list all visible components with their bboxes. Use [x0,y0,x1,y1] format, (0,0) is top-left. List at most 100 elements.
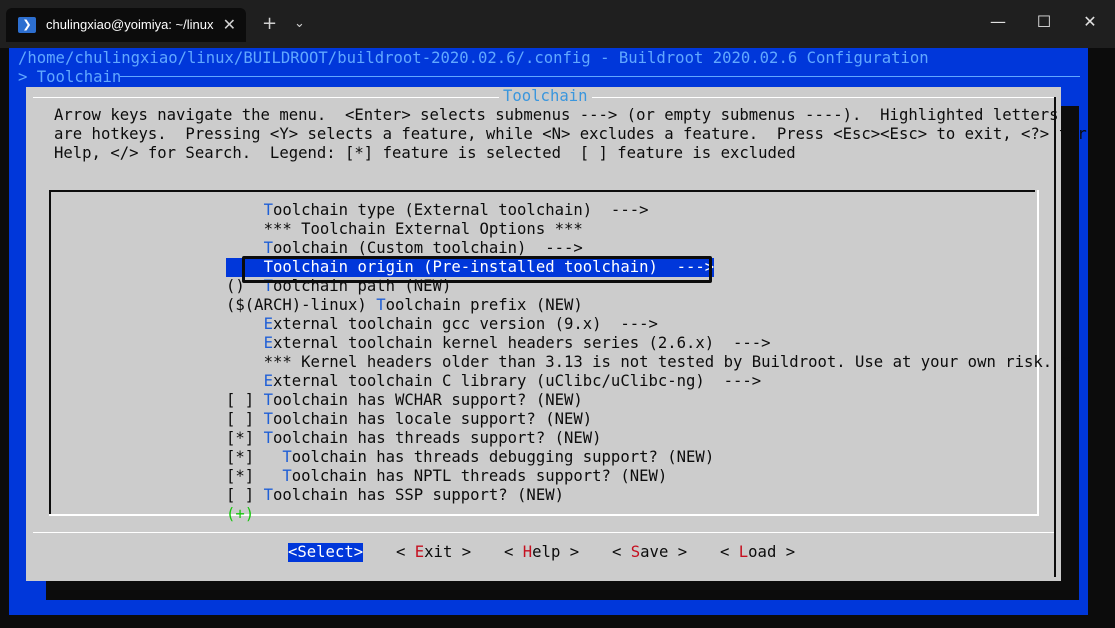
menu-item-label: oolchain has NPTL threads support? (NEW) [291,467,668,485]
button-load[interactable]: < Load > [720,543,795,562]
more-corner [226,505,234,507]
plus-icon[interactable]: + [262,12,277,36]
dialog-border-right [1054,97,1056,577]
menu-item-prefix: [*] [226,448,283,466]
menu-item-label: oolchain has SSP support? (NEW) [272,486,564,504]
menu-item-label: oolchain (Custom toolchain) ---> [272,239,583,257]
menu-item[interactable]: External toolchain C library (uClibc/uCl… [226,372,762,391]
menu-item[interactable]: [*] Toolchain has threads debugging supp… [226,448,714,467]
menu-item-label: xternal toolchain gcc version (9.x) ---> [272,315,658,333]
menu-item-label: oolchain has threads debugging support? … [291,448,715,466]
menu-item-hotkey: T [376,296,386,314]
button-bracket-close: > [452,543,472,561]
config-path: /home/chulingxiao/linux/BUILDROOT/buildr… [18,49,929,67]
menu-item-hotkey: T [282,467,292,485]
close-icon[interactable]: ✕ [1067,8,1113,36]
button-hotkey: L [738,543,749,561]
menu-item-hotkey: T [263,239,273,257]
button-bracket-open: < [288,543,298,561]
button-label: elp [532,543,561,561]
more-indicator: (+) [226,505,255,523]
button-bracket-open: < [612,543,631,561]
menu-box-bottom [49,514,1039,516]
menu-item-hotkey: T [263,391,273,409]
menu-item-prefix [226,201,264,219]
maximize-icon[interactable]: ☐ [1021,8,1067,36]
tab-close-icon[interactable]: ✕ [223,15,236,34]
menu-item-hotkey: E [263,334,273,352]
menu-item-hotkey: T [282,448,292,466]
menu-item-label: xternal toolchain C library (uClibc/uCli… [272,372,762,390]
menu-item[interactable]: ($(ARCH)-linux) Toolchain prefix (NEW) [226,296,583,315]
button-hotkey: S [630,543,641,561]
button-exit[interactable]: < Exit > [396,543,471,562]
menu-item-prefix: [ ] [226,391,264,409]
menu-item[interactable]: [*] Toolchain has threads support? (NEW) [226,429,602,448]
button-help[interactable]: < Help > [504,543,579,562]
menu-item-hotkey: E [263,372,273,390]
button-bracket-open: < [504,543,523,561]
menu-item-hotkey: E [263,315,273,333]
menu-item-hotkey: T [263,486,273,504]
dialog-title: Toolchain [499,87,592,106]
powershell-icon: ❯ [18,17,36,33]
chevron-down-icon[interactable]: ⌄ [294,12,305,36]
menu-item-prefix [226,220,264,238]
button-label: ave [640,543,669,561]
menu-item-label: xternal toolchain kernel headers series … [272,334,771,352]
menu-item-prefix [226,353,264,371]
minimize-icon[interactable]: — [975,8,1021,36]
menu-item-label: *** Kernel headers older than 3.13 is no… [263,353,1071,371]
button-hotkey: E [414,543,425,561]
menu-item[interactable]: External toolchain gcc version (9.x) ---… [226,315,658,334]
menu-item-prefix [226,372,264,390]
button-bracket-open: < [396,543,415,561]
menu-item[interactable]: Toolchain type (External toolchain) ---> [226,201,649,220]
menu-box-top [49,190,1035,192]
menu-item-hotkey: T [263,410,273,428]
terminal-tab[interactable]: ❯ chulingxiao@yoimiya: ~/linux ✕ [6,8,246,42]
help-line-2: are hotkeys. Pressing <Y> selects a feat… [54,125,1087,143]
button-bracket-close: > [776,543,796,561]
menu-item-prefix: [ ] [226,486,264,504]
menu-item-prefix [226,239,264,257]
menu-item-prefix: [ ] [226,410,264,428]
breadcrumb: > Toolchain [18,68,122,86]
button-bracket-close: > [353,543,364,561]
menu-item[interactable]: External toolchain kernel headers series… [226,334,771,353]
menu-item-prefix: [*] [226,429,264,447]
menu-item-prefix [226,334,264,352]
menu-item[interactable]: *** Kernel headers older than 3.13 is no… [226,353,1071,372]
button-bracket-open: < [720,543,739,561]
menu-item-prefix: [*] [226,467,283,485]
menu-item-label: oolchain has locale support? (NEW) [272,410,593,428]
menu-item-hotkey: T [263,429,273,447]
selection-highlight-box [242,256,712,283]
help-line-1: Arrow keys navigate the menu. <Enter> se… [54,106,1059,124]
title-bar: ❯ chulingxiao@yoimiya: ~/linux ✕ + ⌄ — ☐… [0,0,1115,48]
menu-item-label: oolchain prefix (NEW) [385,296,583,314]
button-bracket-close: > [560,543,580,561]
help-line-3: Help, </> for Search. Legend: [*] featur… [54,144,796,162]
menu-item[interactable]: [ ] Toolchain has locale support? (NEW) [226,410,592,429]
button-bracket-close: > [668,543,688,561]
button-label: xit [424,543,453,561]
button-label: oad [748,543,777,561]
menu-item-label: *** Toolchain External Options *** [263,220,583,238]
menu-item-prefix: ($(ARCH)-linux) [226,296,377,314]
button-save[interactable]: < Save > [612,543,687,562]
menu-item-label: oolchain type (External toolchain) ---> [272,201,649,219]
menu-item[interactable]: [ ] Toolchain has SSP support? (NEW) [226,486,564,505]
menu-item-hotkey: T [263,201,273,219]
tab-title: chulingxiao@yoimiya: ~/linux [46,17,214,32]
button-select[interactable]: <Select> [288,543,364,562]
button-hotkey: Select [297,543,354,561]
menu-box-left [49,190,51,515]
menu-item[interactable]: [ ] Toolchain has WCHAR support? (NEW) [226,391,583,410]
menu-item-label: oolchain has threads support? (NEW) [272,429,602,447]
header-divider [120,76,1080,77]
button-bar-divider [33,532,1054,533]
menu-item[interactable]: [*] Toolchain has NPTL threads support? … [226,467,667,486]
menu-item-label: oolchain has WCHAR support? (NEW) [272,391,583,409]
menu-item[interactable]: *** Toolchain External Options *** [226,220,583,239]
